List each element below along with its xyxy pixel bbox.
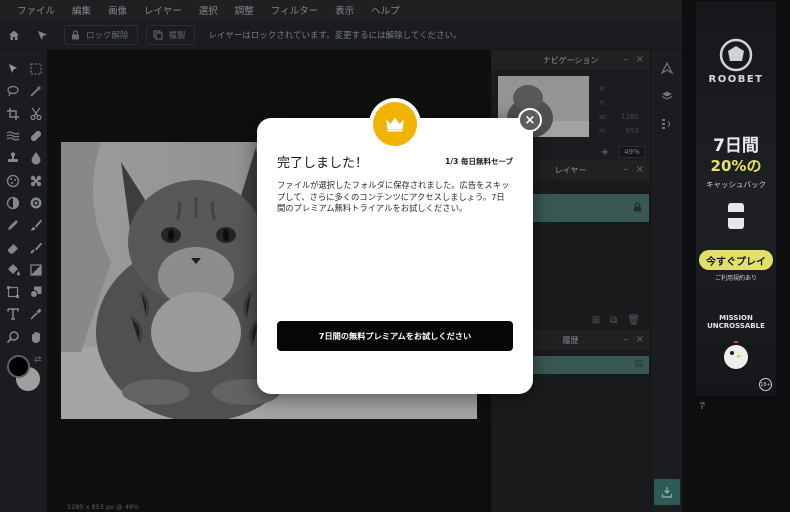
ad-info-icon[interactable] <box>698 402 706 412</box>
free-save-counter: 1/3 毎日無料セーブ <box>445 157 513 166</box>
ad-age-badge: 18+ <box>759 378 772 391</box>
premium-trial-button[interactable]: 7日間の無料プレミアムをお試しください <box>277 321 513 351</box>
ad-sidebar: ROOBET 7日間 20%の キャッシュバック 今すぐプレイ ご利用規約あり … <box>682 0 790 512</box>
crown-icon <box>386 117 404 132</box>
ad-play-button[interactable]: 今すぐプレイ <box>699 250 773 270</box>
ad-note: ご利用規約あり <box>714 275 757 282</box>
ad-headline: 7日間 <box>713 136 759 156</box>
foreground-color-swatch[interactable] <box>7 355 30 378</box>
ad-chicken-icon <box>724 341 748 369</box>
ad-subline: キャッシュバック <box>706 180 766 189</box>
ad-game-title: MISSION UNCROSSABLE <box>707 314 765 330</box>
modal-body: ファイルが選択したフォルダに保存されました。広告をスキップして、さらに多くのコン… <box>277 180 510 213</box>
roobet-logo-icon <box>719 38 753 72</box>
ad-percent: 20%の <box>710 157 762 175</box>
ad-brand: ROOBET <box>708 74 764 85</box>
modal-title: 完了しました！ <box>277 156 369 171</box>
save-complete-modal: × 完了しました！ 1/3 毎日無料セーブ ファイルが選択したフォルダに保存され… <box>257 98 542 394</box>
close-icon: × <box>524 112 536 128</box>
modal-close-button[interactable]: × <box>518 108 542 132</box>
advertisement-banner[interactable]: ROOBET 7日間 20%の キャッシュバック 今すぐプレイ ご利用規約あり … <box>696 1 776 396</box>
ad-graphic-icon <box>728 203 744 229</box>
crown-badge <box>369 98 421 150</box>
